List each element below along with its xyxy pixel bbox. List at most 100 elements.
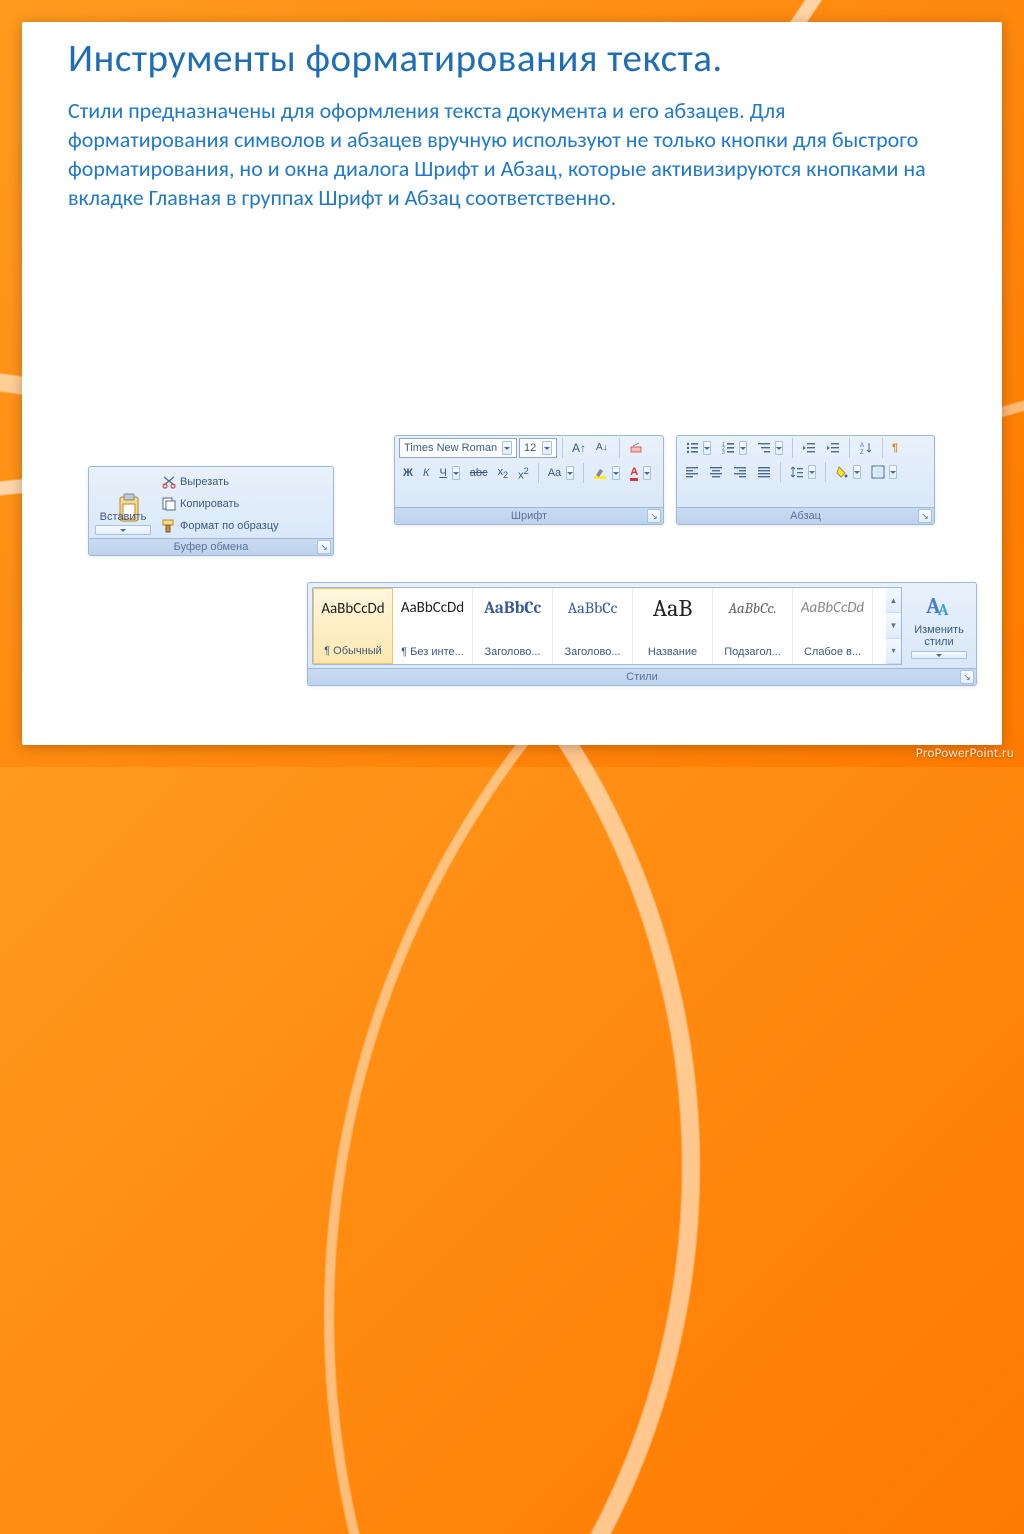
- chevron-down-icon[interactable]: [502, 441, 512, 455]
- svg-text:Z: Z: [860, 450, 864, 455]
- chevron-down-icon[interactable]: [566, 466, 574, 480]
- style-item[interactable]: AaBbCcЗаголово...: [473, 588, 553, 664]
- line-spacing-button[interactable]: [786, 463, 820, 481]
- justify-icon: [757, 465, 771, 479]
- shrink-font-button[interactable]: A↓: [592, 439, 614, 457]
- underline-icon: Ч: [439, 466, 446, 480]
- align-center-button[interactable]: [705, 463, 727, 481]
- bold-button[interactable]: Ж: [399, 464, 417, 482]
- grow-font-icon: A↑: [572, 441, 586, 455]
- style-item[interactable]: AaBbCcDdСлабое в...: [793, 588, 873, 664]
- change-styles-label: Изменить стили: [910, 624, 968, 648]
- format-painter-label: Формат по образцу: [180, 519, 279, 533]
- borders-button[interactable]: [867, 463, 901, 481]
- align-right-button[interactable]: [729, 463, 751, 481]
- chevron-down-icon[interactable]: [911, 651, 967, 659]
- style-item[interactable]: AaBНазвание: [633, 588, 713, 664]
- style-item[interactable]: AaBbCcDd¶ Без инте...: [393, 588, 473, 664]
- font-color-icon: A: [630, 465, 638, 481]
- strikethrough-icon: abc: [470, 466, 488, 480]
- change-case-button[interactable]: Aa: [544, 464, 578, 482]
- bullets-icon: [685, 441, 699, 455]
- svg-text:A: A: [860, 443, 864, 449]
- style-name: Подзагол...: [717, 646, 788, 658]
- style-name: Заголово...: [477, 646, 548, 658]
- subscript-button[interactable]: x2: [494, 463, 513, 484]
- italic-icon: К: [423, 466, 429, 480]
- chevron-down-icon[interactable]: [542, 441, 552, 455]
- gallery-scroll-up[interactable]: ▲: [886, 588, 901, 613]
- increase-indent-button[interactable]: [822, 439, 844, 457]
- chevron-down-icon[interactable]: [703, 441, 711, 455]
- font-name-combo[interactable]: Times New Roman: [399, 438, 517, 458]
- superscript-icon: x2: [518, 464, 529, 483]
- dialog-launcher[interactable]: ↘: [918, 509, 932, 523]
- strikethrough-button[interactable]: abc: [466, 464, 492, 482]
- style-item[interactable]: AaBbCcЗаголово...: [553, 588, 633, 664]
- bullets-button[interactable]: [681, 439, 715, 457]
- sort-icon: AZ: [859, 441, 873, 455]
- chevron-down-icon[interactable]: [808, 465, 816, 479]
- highlight-button[interactable]: [589, 464, 624, 482]
- highlight-icon: [593, 466, 607, 480]
- font-size-combo[interactable]: 12: [519, 438, 557, 458]
- style-name: ¶ Обычный: [318, 645, 388, 657]
- group-caption: Шрифт: [511, 510, 547, 522]
- shading-button[interactable]: [831, 463, 865, 481]
- slide-area: Инструменты форматирования текста. Стили…: [22, 22, 1002, 745]
- multilevel-icon: [757, 441, 771, 455]
- align-center-icon: [709, 465, 723, 479]
- chevron-down-icon[interactable]: [853, 465, 861, 479]
- chevron-down-icon[interactable]: [612, 466, 620, 480]
- style-preview: AaBbCc.: [728, 594, 776, 622]
- clear-format-icon: [629, 441, 643, 455]
- shading-icon: [835, 465, 849, 479]
- style-item[interactable]: AaBbCcDd ¶ Обычный: [313, 588, 393, 664]
- italic-button[interactable]: К: [419, 464, 433, 482]
- chevron-down-icon[interactable]: [775, 441, 783, 455]
- chevron-down-icon[interactable]: [739, 441, 747, 455]
- style-preview: AaBbCc: [568, 594, 618, 622]
- justify-button[interactable]: [753, 463, 775, 481]
- dialog-launcher[interactable]: ↘: [317, 540, 331, 554]
- paste-icon: [115, 493, 131, 509]
- decrease-indent-icon: [802, 441, 816, 455]
- decrease-indent-button[interactable]: [798, 439, 820, 457]
- styles-gallery[interactable]: AaBbCcDd¶ ОбычныйAaBbCcDd¶ Без инте...Aa…: [312, 587, 902, 665]
- svg-text:A: A: [937, 601, 949, 619]
- font-color-button[interactable]: A: [626, 463, 655, 483]
- chevron-down-icon[interactable]: [643, 466, 651, 480]
- align-left-button[interactable]: [681, 463, 703, 481]
- underline-button[interactable]: Ч: [435, 464, 463, 482]
- chevron-down-icon[interactable]: [452, 466, 460, 480]
- numbering-button[interactable]: 123: [717, 439, 751, 457]
- slide-title: Инструменты форматирования текста.: [68, 36, 956, 82]
- gallery-scroll-down[interactable]: ▼: [886, 613, 901, 638]
- increase-indent-icon: [826, 441, 840, 455]
- paste-dropdown[interactable]: [95, 525, 151, 535]
- copy-button[interactable]: Копировать: [157, 493, 329, 515]
- clear-format-button[interactable]: [625, 439, 647, 457]
- group-caption: Буфер обмена: [174, 541, 249, 553]
- cut-button[interactable]: Вырезать: [157, 471, 329, 493]
- format-painter-icon: [161, 518, 177, 534]
- format-painter-button[interactable]: Формат по образцу: [157, 515, 329, 537]
- multilevel-list-button[interactable]: [753, 439, 787, 457]
- style-item[interactable]: AaBbCc. Подзагол...: [713, 588, 793, 664]
- change-styles-button[interactable]: AA Изменить стили: [906, 589, 972, 663]
- style-name: ¶ Без инте...: [397, 646, 468, 658]
- style-preview: AaBbCcDd: [321, 595, 384, 623]
- style-preview: AaBbCcDd: [801, 594, 864, 622]
- sort-button[interactable]: AZ: [855, 439, 877, 457]
- chevron-down-icon[interactable]: [889, 465, 897, 479]
- superscript-button[interactable]: x2: [514, 462, 533, 485]
- show-marks-button[interactable]: ¶: [888, 439, 902, 457]
- paste-button[interactable]: Вставить: [93, 471, 153, 538]
- gallery-expand[interactable]: ▾: [886, 639, 901, 664]
- dialog-launcher[interactable]: ↘: [647, 509, 661, 523]
- dialog-launcher[interactable]: ↘: [960, 670, 974, 684]
- cut-label: Вырезать: [180, 475, 229, 489]
- grow-font-button[interactable]: A↑: [568, 439, 590, 457]
- subscript-icon: x2: [498, 465, 509, 482]
- svg-text:3: 3: [722, 450, 725, 455]
